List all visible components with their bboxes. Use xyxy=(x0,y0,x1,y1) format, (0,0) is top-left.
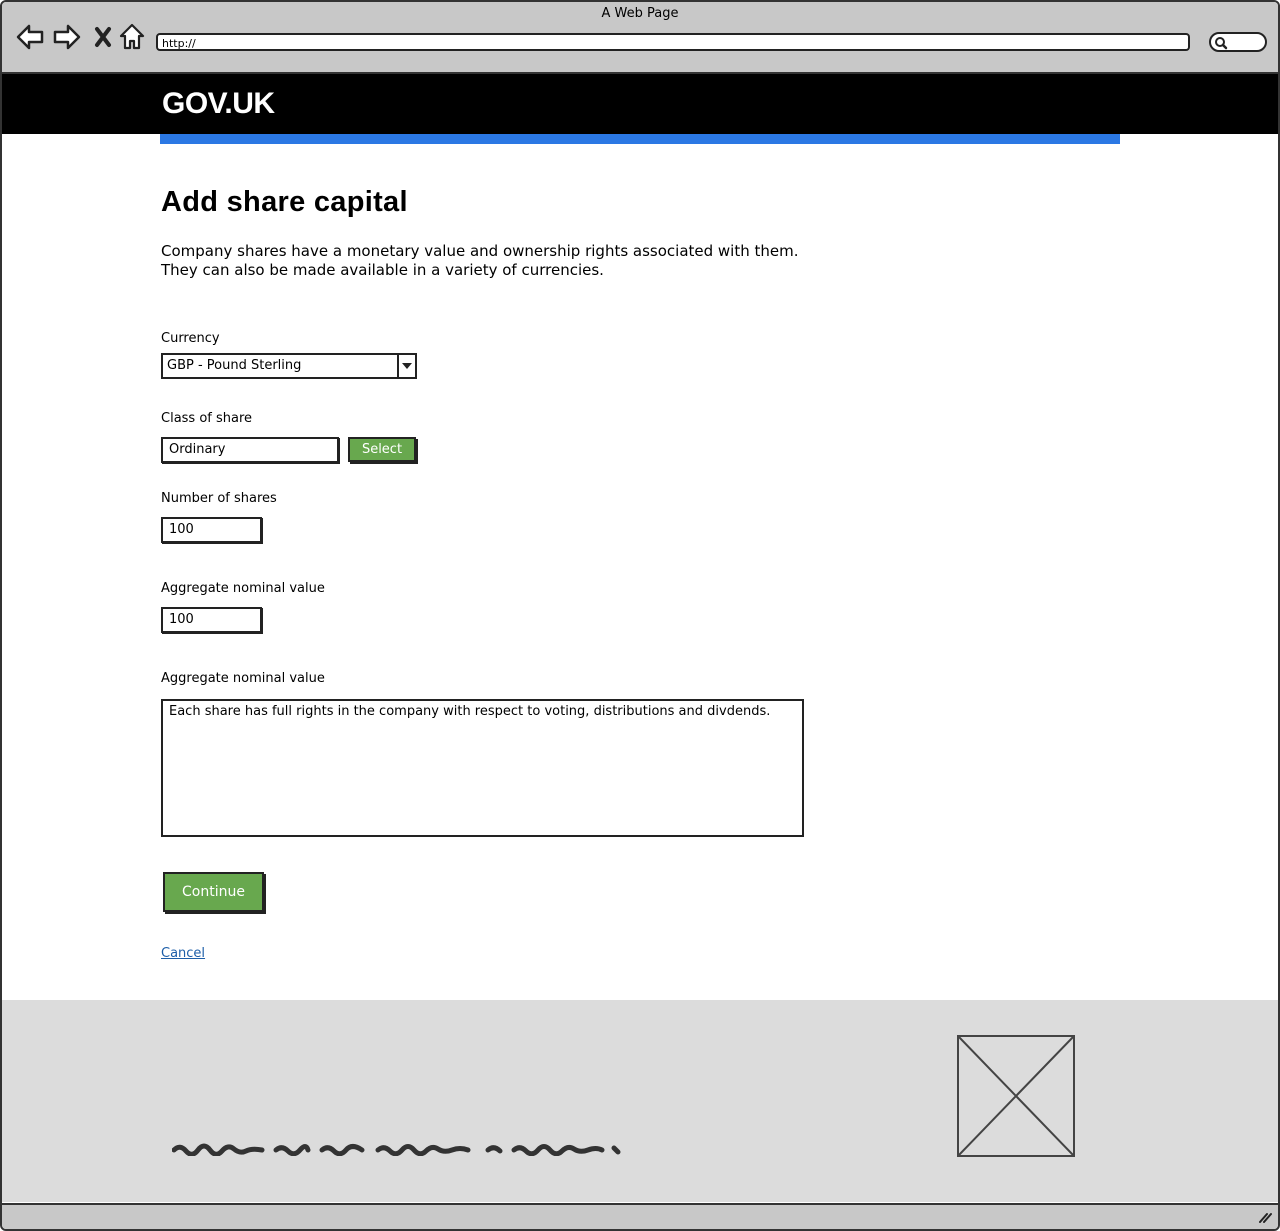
footer-image-placeholder xyxy=(957,1035,1075,1157)
search-icon xyxy=(1215,37,1228,50)
home-icon xyxy=(119,23,145,50)
continue-button[interactable]: Continue xyxy=(163,872,264,912)
back-button[interactable] xyxy=(16,22,44,52)
share-class-label: Class of share xyxy=(161,411,253,426)
home-button[interactable] xyxy=(118,22,146,52)
window-title: A Web Page xyxy=(601,6,679,21)
resize-grip-icon[interactable] xyxy=(1258,1211,1272,1223)
share-rights-textarea[interactable]: Each share has full rights in the compan… xyxy=(161,699,804,837)
currency-select[interactable]: GBP - Pound Sterling xyxy=(161,353,417,379)
chevron-down-icon xyxy=(402,363,412,369)
stop-button[interactable] xyxy=(89,22,117,52)
number-of-shares-input[interactable]: 100 xyxy=(161,517,262,543)
cancel-link[interactable]: Cancel xyxy=(161,946,205,961)
back-arrow-icon xyxy=(16,24,44,50)
browser-search-field[interactable] xyxy=(1209,32,1267,52)
browser-chrome: A Web Page http:// xyxy=(2,2,1278,74)
aggregate-value-label: Aggregate nominal value xyxy=(161,581,325,596)
site-header: GOV.UK xyxy=(2,74,1278,134)
forward-arrow-icon xyxy=(53,24,81,50)
select-share-class-button[interactable]: Select xyxy=(348,437,416,462)
number-of-shares-label: Number of shares xyxy=(161,491,277,506)
currency-selected-value: GBP - Pound Sterling xyxy=(167,358,302,373)
dropdown-arrow[interactable] xyxy=(397,355,415,377)
intro-line-1: Company shares have a monetary value and… xyxy=(161,242,799,260)
aggregate-value-input[interactable]: 100 xyxy=(161,607,262,633)
close-icon xyxy=(95,27,111,47)
share-rights-label: Aggregate nominal value xyxy=(161,671,325,686)
header-accent-bar xyxy=(160,134,1120,144)
forward-button[interactable] xyxy=(53,22,81,52)
image-placeholder-icon xyxy=(958,1036,1074,1156)
govuk-logo[interactable]: GOV.UK xyxy=(162,87,275,121)
intro-text: Company shares have a monetary value and… xyxy=(161,242,861,280)
browser-status-bar xyxy=(2,1203,1278,1229)
intro-line-2: They can also be made available in a var… xyxy=(161,261,604,279)
address-bar[interactable]: http:// xyxy=(156,33,1190,51)
site-footer xyxy=(2,1000,1278,1202)
footer-redacted-text xyxy=(172,1143,621,1156)
share-class-input[interactable]: Ordinary xyxy=(161,437,339,463)
browser-window: A Web Page http:// GOV.UK Add share capi… xyxy=(0,0,1280,1231)
currency-label: Currency xyxy=(161,331,220,346)
page-title: Add share capital xyxy=(161,186,408,218)
